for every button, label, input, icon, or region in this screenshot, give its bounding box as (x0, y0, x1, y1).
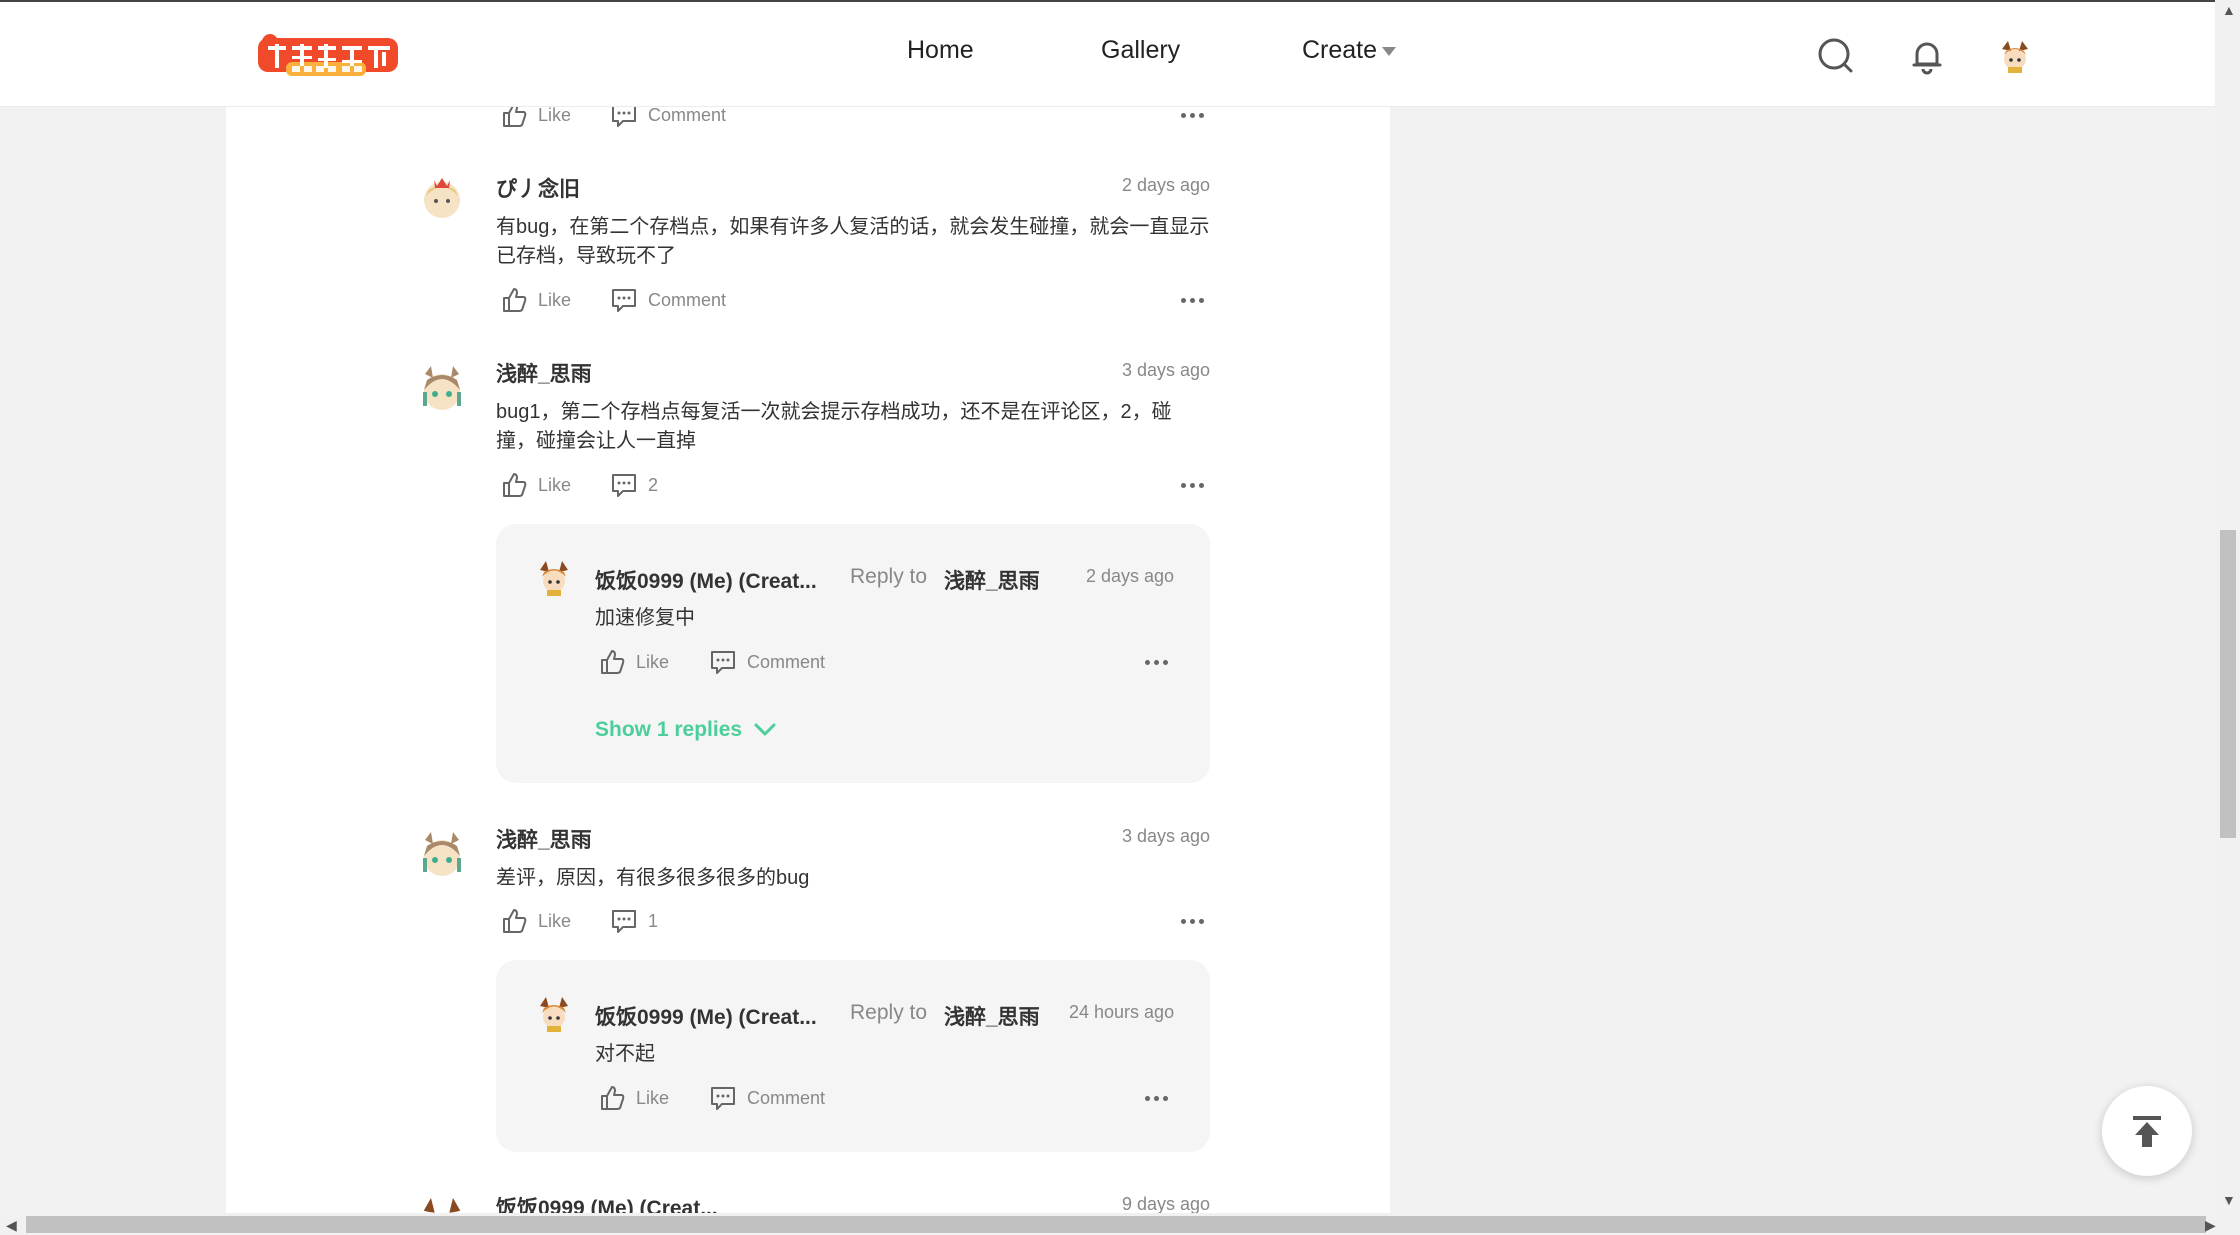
comment-icon (612, 474, 636, 497)
thumbs-up-icon (503, 909, 527, 933)
comment-time: 2 days ago (1122, 175, 1211, 195)
back-to-top-icon (2133, 1116, 2161, 1147)
nav-create[interactable]: Create (1302, 36, 1397, 65)
chevron-down-icon (754, 723, 776, 736)
reply-to-label: Reply to (850, 1001, 928, 1024)
search-icon[interactable] (1816, 36, 1856, 76)
back-to-top-button[interactable] (2102, 1086, 2192, 1176)
like-button[interactable]: Like (598, 648, 669, 676)
nav-create-label: Create (1302, 36, 1378, 64)
more-icon[interactable] (1178, 110, 1206, 120)
like-label: Like (636, 1087, 670, 1108)
comment-icon (711, 651, 735, 674)
scroll-down-arrow-icon[interactable]: ▼ (2222, 1192, 2236, 1208)
thumbs-up-icon (601, 650, 625, 674)
comment-button[interactable]: Comment (709, 1084, 825, 1112)
like-button[interactable]: Like (598, 1084, 669, 1112)
commenter-avatar[interactable] (415, 362, 469, 416)
like-label: Like (538, 474, 572, 495)
scroll-right-arrow-icon[interactable]: ▶ (2205, 1217, 2216, 1234)
commenter-name[interactable]: 浅醉_思雨 (496, 824, 592, 854)
like-label: Like (538, 910, 572, 931)
comment-button[interactable]: Comment (610, 286, 726, 314)
comment-text: 差评，原因，有很多很多很多的bug (496, 867, 810, 889)
comment-time: 9 days ago (1122, 1194, 1211, 1213)
commenter-avatar[interactable] (415, 1196, 469, 1213)
commenter-name[interactable]: 饭饭0999 (Me) (Creat... (496, 1192, 718, 1213)
reply-avatar[interactable] (532, 556, 576, 600)
comment-label: Comment (648, 104, 727, 125)
reply-target[interactable]: 浅醉_思雨 (944, 1001, 1040, 1031)
commenter-name[interactable]: 浅醉_思雨 (496, 358, 592, 388)
comment-time: 3 days ago (1122, 360, 1211, 380)
more-icon[interactable] (1142, 657, 1170, 667)
reply-author[interactable]: 饭饭0999 (Me) (Creat... (595, 1001, 817, 1031)
reply-avatar[interactable] (532, 992, 576, 1036)
reply-time: 24 hours ago (1069, 1002, 1175, 1022)
bell-icon[interactable] (1907, 36, 1947, 76)
thumbs-up-icon (503, 288, 527, 312)
show-replies-button[interactable]: Show 1 replies (595, 718, 776, 742)
vertical-scroll-thumb[interactable] (2220, 530, 2236, 838)
caret-down-icon (1382, 46, 1397, 56)
scroll-up-arrow-icon[interactable]: ▲ (2222, 2, 2236, 18)
like-button[interactable]: Like (500, 907, 571, 935)
comment-icon (612, 289, 636, 312)
site-logo[interactable] (256, 32, 402, 82)
scroll-left-arrow-icon[interactable]: ◀ (6, 1217, 17, 1234)
more-icon[interactable] (1178, 480, 1206, 490)
horizontal-scroll-thumb[interactable] (26, 1216, 2206, 1233)
reply-text: 对不起 (595, 1043, 655, 1065)
top-navbar: Home Gallery Create (0, 0, 2215, 107)
comment-label: Comment (747, 651, 826, 672)
like-button[interactable]: Like (500, 471, 571, 499)
comment-button[interactable]: 1 (610, 907, 658, 935)
comment-count: 1 (648, 910, 659, 931)
reply-text: 加速修复中 (595, 607, 695, 629)
commenter-name[interactable]: ぴ丿念旧 (496, 173, 580, 203)
like-label: Like (636, 651, 670, 672)
more-icon[interactable] (1178, 295, 1206, 305)
reply-time: 2 days ago (1086, 566, 1175, 586)
comment-label: Comment (747, 1087, 826, 1108)
comment-text: 有bug，在第二个存档点，如果有许多人复活的话，就会发生碰撞，就会一直显示已存档… (496, 216, 1210, 267)
comment-count: Comment (648, 289, 727, 310)
user-avatar[interactable] (1994, 35, 2036, 77)
comment-icon (612, 910, 636, 933)
comment-time: 3 days ago (1122, 826, 1211, 846)
thumbs-up-icon (601, 1086, 625, 1110)
like-button[interactable]: Like (500, 286, 571, 314)
comment-button[interactable]: Comment (709, 648, 825, 676)
comment-text: bug1，第二个存档点每复活一次就会提示存档成功，还不是在评论区，2，碰撞，碰撞… (496, 401, 1172, 452)
more-icon[interactable] (1178, 916, 1206, 926)
thumbs-up-icon (503, 473, 527, 497)
commenter-avatar[interactable] (415, 828, 469, 882)
nav-gallery[interactable]: Gallery (1101, 36, 1180, 65)
like-label: Like (538, 104, 572, 125)
more-icon[interactable] (1142, 1093, 1170, 1103)
comment-button[interactable]: 2 (610, 471, 658, 499)
reply-author[interactable]: 饭饭0999 (Me) (Creat... (595, 565, 817, 595)
nav-home[interactable]: Home (907, 36, 974, 65)
reply-to-label: Reply to (850, 565, 928, 588)
like-label: Like (538, 289, 572, 310)
show-replies-label: Show 1 replies (595, 718, 743, 741)
commenter-avatar[interactable] (415, 170, 469, 224)
comment-icon (711, 1087, 735, 1110)
comment-count: 2 (648, 474, 659, 495)
reply-target[interactable]: 浅醉_思雨 (944, 565, 1040, 595)
